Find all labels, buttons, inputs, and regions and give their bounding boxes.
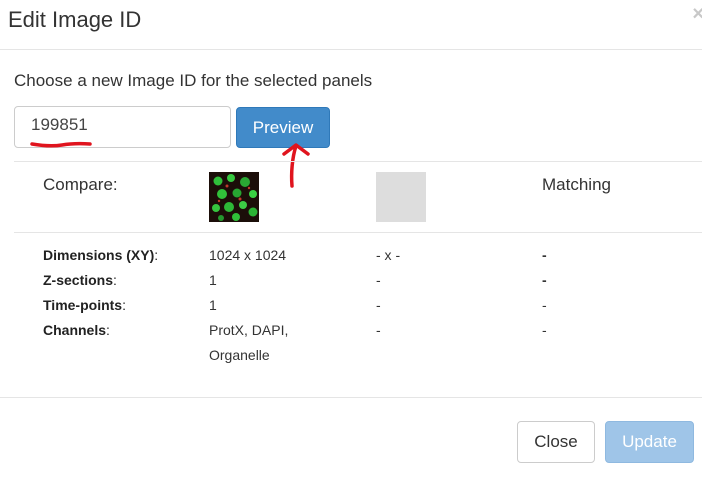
matching-label: Matching <box>542 175 611 194</box>
divider <box>14 161 702 162</box>
current-channels-line2: Organelle <box>209 347 270 363</box>
preview-dimensions: - x - <box>376 247 401 263</box>
current-z-sections: 1 <box>209 272 217 288</box>
row-label-time-points: Time-points: <box>43 297 126 313</box>
row-label-text: Z-sections <box>43 272 114 288</box>
row-label-text: Dimensions (XY) <box>43 247 155 263</box>
matching-dimensions: - <box>542 247 547 263</box>
row-label-channels: Channels: <box>43 322 110 338</box>
row-label-text: Channels <box>43 322 107 338</box>
close-icon[interactable]: × <box>692 4 702 24</box>
cells-thumbnail-graphic <box>209 172 259 222</box>
row-label-z-sections: Z-sections: <box>43 272 117 288</box>
divider <box>14 232 702 233</box>
current-time-points: 1 <box>209 297 217 313</box>
footer-divider <box>0 397 702 398</box>
compare-label: Compare: <box>43 175 118 194</box>
current-image-thumbnail <box>209 172 259 222</box>
preview-image-placeholder <box>376 172 426 222</box>
matching-time-points: - <box>542 297 547 313</box>
row-label-dimensions: Dimensions (XY): <box>43 247 158 263</box>
red-arrow-annotation <box>282 143 310 188</box>
row-label-text: Time-points <box>43 297 123 313</box>
matching-channels: - <box>542 322 547 338</box>
close-button[interactable]: Close <box>517 421 595 463</box>
current-channels: ProtX, DAPI, <box>209 322 289 338</box>
image-id-value: 199851 <box>31 115 88 134</box>
red-underline-annotation <box>30 141 92 148</box>
row-label-suffix: : <box>106 322 110 338</box>
instruction-text: Choose a new Image ID for the selected p… <box>14 71 373 90</box>
row-label-suffix: : <box>154 247 159 263</box>
dialog-header: Edit Image ID × <box>0 0 702 50</box>
matching-z-sections: - <box>542 272 547 288</box>
row-label-suffix: : <box>113 272 117 288</box>
edit-image-id-dialog: Edit Image ID × Choose a new Image ID fo… <box>0 0 702 477</box>
preview-z-sections: - <box>376 272 381 288</box>
current-dimensions: 1024 x 1024 <box>209 247 287 263</box>
row-label-suffix: : <box>122 297 126 313</box>
dialog-title: Edit Image ID <box>8 7 142 32</box>
preview-channels: - <box>376 322 381 338</box>
update-button[interactable]: Update <box>605 421 694 463</box>
preview-time-points: - <box>376 297 381 313</box>
